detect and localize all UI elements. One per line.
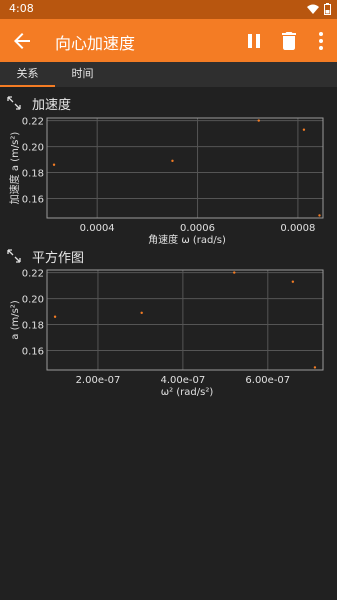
data-point [257,119,260,122]
x-tick-label: 2.00e-07 [76,375,121,386]
data-point [302,128,306,131]
status-time: 4:08 [9,2,34,15]
battery-icon [324,3,331,15]
expand-icon[interactable] [7,96,21,110]
y-tick-label: 0.16 [22,195,44,206]
plot-frame [46,117,324,219]
data-point [233,271,236,274]
plot-frame [46,269,324,371]
x-tick-label: 0.0008 [280,223,315,234]
y-tick-label: 0.18 [22,321,44,332]
section-title: 平方作图 [32,251,85,266]
expand-icon[interactable] [7,249,21,263]
data-point [318,214,321,217]
delete-icon[interactable] [277,29,301,53]
section-title: 加速度 [32,98,72,113]
status-bar: 4:08 [0,0,337,19]
square-plot-chart: 2.00e-07 4.00e-07 6.00e-07 0.16 0.18 0.20 0.22… [10,269,324,398]
section-header-acceleration: 加速度 [0,93,337,113]
app-bar: 向心加速度 [0,19,337,62]
x-axis-label: ω² (rad/s²) [161,387,214,398]
y-tick-label: 0.22 [22,269,44,280]
tab-bar: 关系 时间 [0,62,337,87]
data-point [291,280,295,283]
data-point [52,163,56,166]
tab-time[interactable]: 时间 [55,62,110,87]
y-tick-label: 0.18 [22,169,44,180]
more-options-icon[interactable] [309,29,333,53]
data-point [313,366,317,369]
y-axis-label: 加速度 a (m/s²) [8,132,21,205]
status-icons [307,3,331,15]
data-point [171,159,174,163]
section-header-square-plot: 平方作图 [0,246,337,266]
tab-relation-label: 关系 [16,67,39,80]
data-point [140,311,143,315]
acceleration-chart: 0.0004 0.0006 0.0008 0.16 0.18 0.20 0.22 角速度 ω … [8,117,324,246]
y-axis-label: a (m/s²) [10,300,21,340]
y-tick-label: 0.20 [22,295,44,306]
x-tick-label: 4.00e-07 [160,375,205,386]
tab-time-label: 时间 [71,67,94,80]
wifi-icon [307,4,319,14]
y-tick-label: 0.16 [22,347,44,358]
back-arrow-icon[interactable] [10,29,34,53]
y-tick-label: 0.20 [22,143,44,154]
x-tick-label: 6.00e-07 [245,375,290,386]
y-tick-label: 0.22 [22,117,44,128]
x-tick-label: 0.0006 [180,223,215,234]
tab-relation[interactable]: 关系 [0,62,55,87]
pause-icon[interactable] [242,29,266,53]
x-tick-label: 0.0004 [80,223,115,234]
page-title: 向心加速度 [55,34,136,53]
x-axis-label: 角速度 ω (rad/s) [148,233,226,246]
data-point [53,315,57,318]
